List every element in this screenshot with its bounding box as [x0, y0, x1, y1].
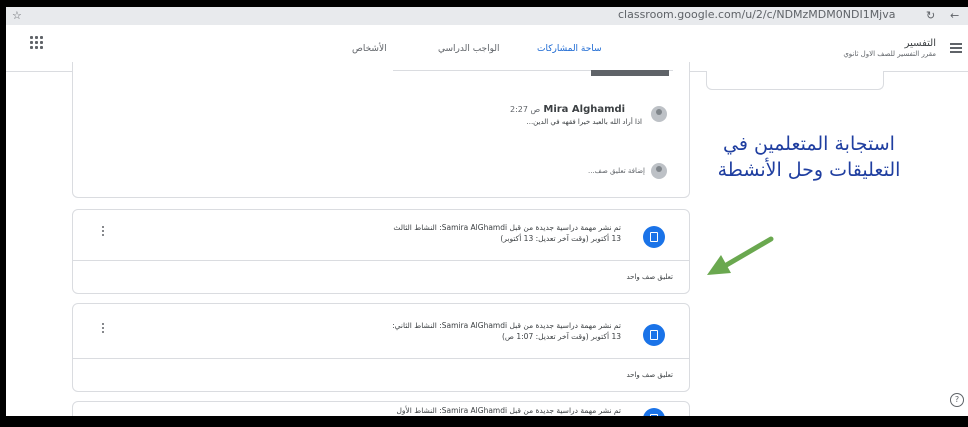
more-options-icon[interactable] [101, 323, 105, 337]
tab-people[interactable]: الأشخاص [352, 44, 387, 54]
add-comment-input[interactable]: إضافة تعليق صف... [588, 167, 645, 175]
course-subtitle: مقرر التفسير للصف الاول ثانوي [843, 50, 936, 58]
post-date: 13 أكتوبر (وقت آخر تعديل: 13 أكتوبر) [500, 234, 621, 243]
attachment-thumbnail[interactable] [591, 70, 669, 76]
post-date: 13 أكتوبر (وقت آخر تعديل: 1:07 ص) [501, 332, 621, 341]
assignment-post-card[interactable]: تم نشر مهمة دراسية جديدة من قبل Samira A… [72, 209, 690, 294]
reload-icon[interactable]: ↻ [926, 9, 935, 22]
post-title[interactable]: تم نشر مهمة دراسية جديدة من قبل Samira A… [396, 406, 621, 415]
help-icon[interactable]: ? [950, 393, 964, 407]
comment-header: 2:27 ص Mira Alghamdi [510, 104, 625, 115]
assignment-icon [643, 226, 665, 248]
apps-grid-icon[interactable] [30, 36, 44, 50]
commenter-avatar [651, 106, 667, 122]
more-options-icon[interactable] [101, 226, 105, 240]
course-title: التفسير [904, 38, 936, 49]
post-divider [73, 358, 689, 359]
star-icon[interactable]: ☆ [12, 9, 22, 22]
assignment-icon [643, 324, 665, 346]
menu-icon[interactable] [950, 43, 962, 53]
upcoming-card [706, 71, 884, 90]
current-user-avatar [651, 163, 667, 179]
post-title[interactable]: تم نشر مهمة دراسية جديدة من قبل Samira A… [393, 223, 621, 232]
tab-stream[interactable]: ساحة المشاركات [537, 44, 602, 54]
url-text[interactable]: classroom.google.com/u/2/c/NDMzMDM0NDI1M… [618, 8, 896, 21]
back-icon[interactable]: ← [950, 9, 959, 22]
browser-address-bar: ☆ classroom.google.com/u/2/c/NDMzMDM0NDI… [6, 7, 968, 25]
comment-author: Mira Alghamdi [543, 104, 626, 115]
comment-time: 2:27 ص [510, 105, 541, 114]
course-info[interactable]: التفسير مقرر التفسير للصف الاول ثانوي [843, 38, 936, 58]
post-card-with-comments: 2:27 ص Mira Alghamdi اذا أراد الله بالعب… [72, 62, 690, 198]
browser-window: ☆ classroom.google.com/u/2/c/NDMzMDM0NDI… [6, 7, 968, 416]
annotation-arrow [707, 236, 774, 275]
post-title[interactable]: تم نشر مهمة دراسية جديدة من قبل Samira A… [392, 321, 621, 330]
post-divider [73, 260, 689, 261]
assignment-post-card[interactable]: تم نشر مهمة دراسية جديدة من قبل Samira A… [72, 303, 690, 392]
assignment-post-card[interactable]: تم نشر مهمة دراسية جديدة من قبل Samira A… [72, 401, 690, 416]
comment-text: اذا أراد الله بالعبد خيرا فقهه في الدين.… [526, 118, 643, 126]
class-comment-link[interactable]: تعليق صف واحد [626, 273, 673, 281]
class-comment-link[interactable]: تعليق صف واحد [626, 371, 673, 379]
tab-classwork[interactable]: الواجب الدراسي [438, 44, 500, 54]
assignment-icon [643, 408, 665, 416]
annotation-text: استجابة المتعلمين في التعليقات وحل الأنش… [717, 133, 901, 181]
